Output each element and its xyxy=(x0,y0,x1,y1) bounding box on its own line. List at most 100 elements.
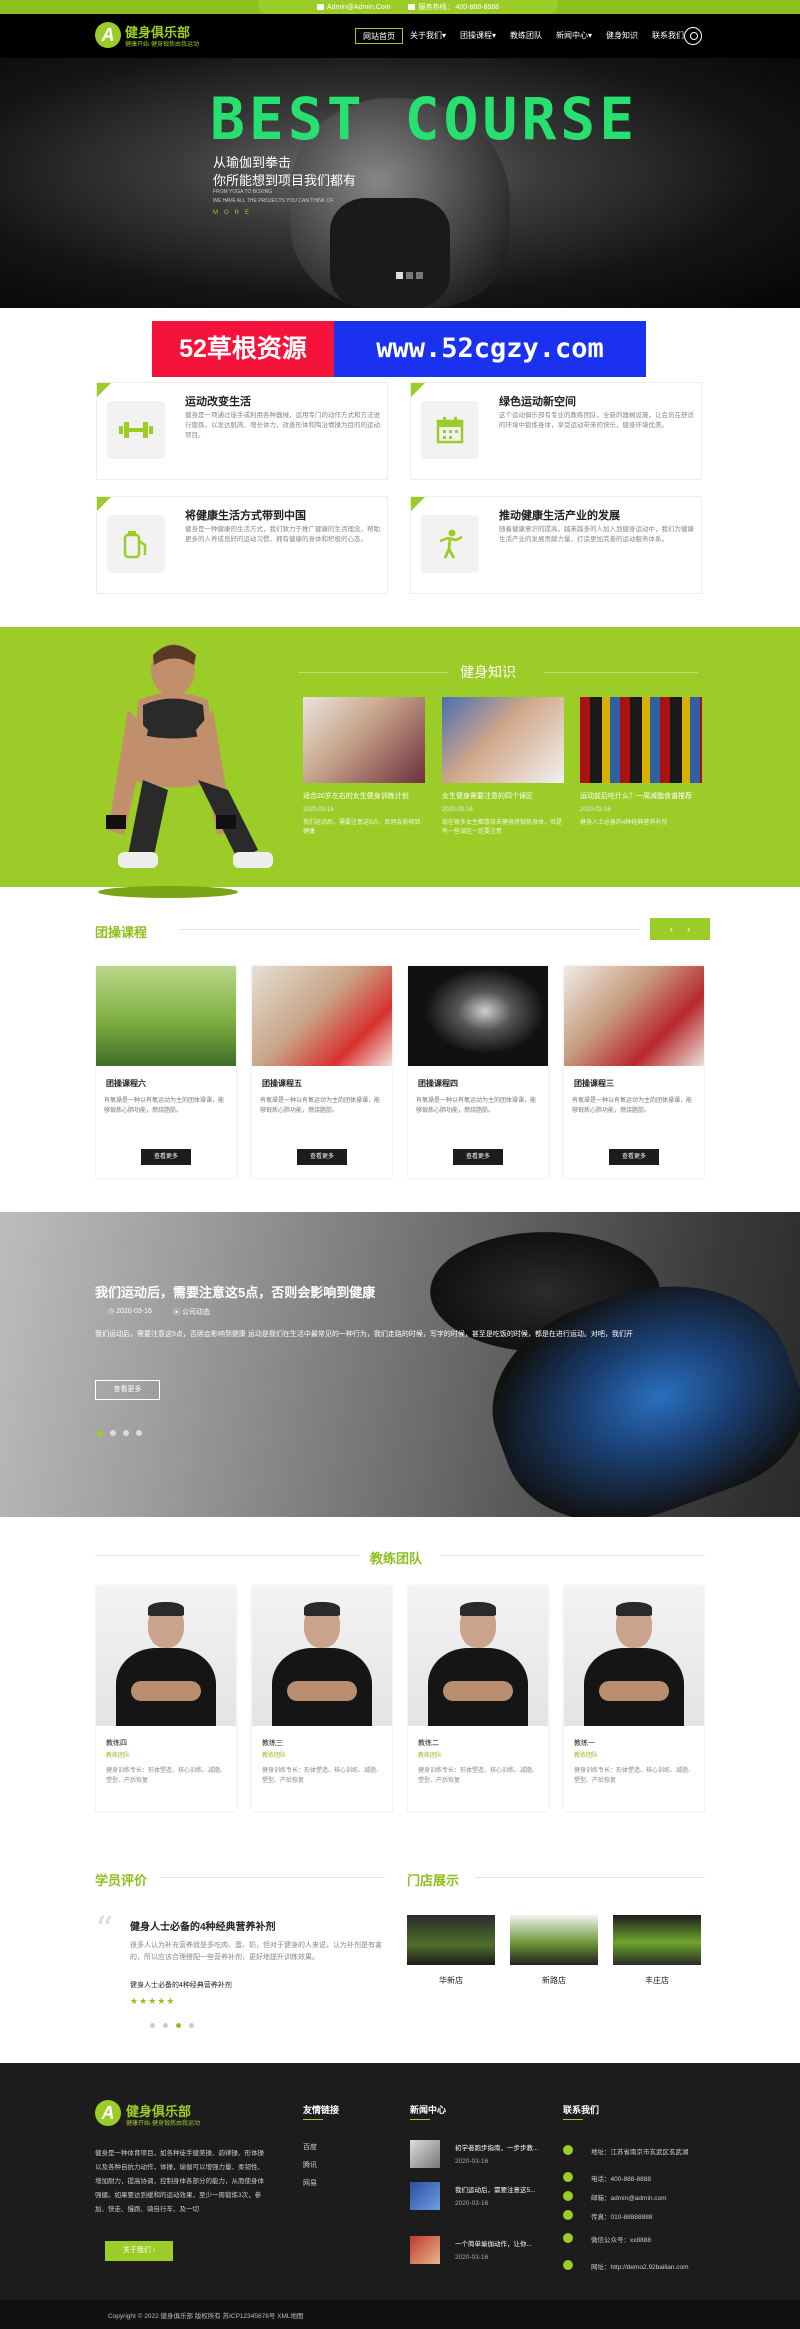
article-more-button[interactable]: 查看更多 xyxy=(95,1380,160,1400)
footer-news-item[interactable]: 我们运动后，需要注意这5... 2020-03-16 xyxy=(410,2182,550,2214)
course-image xyxy=(408,966,548,1066)
chevron-down-icon: ▾ xyxy=(588,31,593,40)
slider-dot[interactable] xyxy=(396,272,403,279)
search-icon[interactable] xyxy=(684,27,702,45)
divider xyxy=(160,1877,385,1878)
hero-subtitle-1: 从瑜伽到拳击 xyxy=(213,155,292,170)
slider-dot[interactable] xyxy=(97,1430,103,1436)
store-image xyxy=(613,1915,701,1965)
nav-home[interactable]: 网站首页 xyxy=(355,28,403,44)
heading-underline xyxy=(410,2119,430,2120)
news-title: 初学者跑步指南，一步步教... xyxy=(455,2145,539,2152)
location-icon xyxy=(563,2145,573,2155)
hero-en-line-1: FROM YOGA TO BOXING xyxy=(213,189,273,195)
knowledge-card[interactable]: 适合20岁左右的女生健身训练计划 2020-03-16 我们运动后，需要注意这5… xyxy=(303,697,425,837)
arrow-right-icon[interactable]: › xyxy=(687,924,690,934)
coach-card[interactable]: 教练一 教练团队 健身训练专长：形体塑造、核心训练、减脂、塑型、产后恢复 xyxy=(564,1586,704,1811)
course-arrows: ‹ › xyxy=(650,918,710,940)
slider-dot[interactable] xyxy=(176,2023,181,2028)
coach-name: 教练二 xyxy=(418,1740,439,1747)
course-card[interactable]: 团操课程五 有氧操是一种以有氧运动为主的团体操课，能够锻炼心肺功能，燃烧脂肪。 … xyxy=(252,966,392,1178)
store-image xyxy=(407,1915,495,1965)
knowledge-card-desc: 现在很多女生都喜欢去健身房锻炼身体，但是有一些误区一定要注意 xyxy=(442,820,563,835)
coaches-title: 教练团队 xyxy=(370,1551,423,1566)
knowledge-card-date: 2020-03-16 xyxy=(580,807,611,813)
divider xyxy=(298,672,448,673)
contact-address: 地址：江苏省南京市玄武区玄武湖 xyxy=(563,2145,723,2159)
footer-desc: 健身是一种体育项目，如各种徒手健美操、韵律操、形体操以及各种自抗力动作，体操，瑜… xyxy=(95,2150,264,2213)
course-image xyxy=(564,966,704,1066)
hero-slider-dots xyxy=(396,272,423,279)
feature-card[interactable]: 运动改变生活 健身是一项通过徒手或利用各种器械，运用专门的动作方式和方法进行锻炼… xyxy=(96,382,388,480)
about-us-button[interactable]: 关于我们 › xyxy=(105,2241,173,2261)
knowledge-image xyxy=(580,697,702,783)
knowledge-card[interactable]: 运动前后吃什么？一周减脂食谱推荐 2020-03-16 健身人士必备的4种经典营… xyxy=(580,697,702,828)
course-card[interactable]: 团操课程三 有氧操是一种以有氧运动为主的团体操课，能够锻炼心肺功能，燃烧脂肪。 … xyxy=(564,966,704,1178)
store-card[interactable]: 丰庄店 xyxy=(613,1915,701,1986)
fuel-icon xyxy=(107,515,165,573)
mail-icon xyxy=(563,2191,573,2201)
feature-card[interactable]: 推动健康生活产业的发展 随着健康意识的提高，越来越多的人加入到健身运动中，我们为… xyxy=(410,496,702,594)
site-logo[interactable]: A 健身俱乐部 健康开始·健身锻炼由我运动 xyxy=(95,20,235,54)
course-card[interactable]: 团操课程六 有氧操是一种以有氧运动为主的团体操课，能够锻炼心肺功能，燃烧脂肪。 … xyxy=(96,966,236,1178)
divider xyxy=(180,929,640,930)
nav-news[interactable]: 新闻中心▾ xyxy=(549,28,599,44)
friend-link[interactable]: 腾讯 xyxy=(303,2160,317,2170)
slider-dot[interactable] xyxy=(163,2023,168,2028)
course-desc: 有氧操是一种以有氧运动为主的团体操课，能够锻炼心肺功能，燃烧脂肪。 xyxy=(260,1098,381,1114)
corner-accent xyxy=(97,383,111,397)
store-card[interactable]: 新路店 xyxy=(510,1915,598,1986)
slider-dot[interactable] xyxy=(150,2023,155,2028)
course-more-button[interactable]: 查看更多 xyxy=(141,1149,191,1165)
course-more-button[interactable]: 查看更多 xyxy=(453,1149,503,1165)
feature-card[interactable]: 绿色运动新空间 这个运动俱乐部有专业的教练团队，全新的器械设施，让会员在舒适的环… xyxy=(410,382,702,480)
feature-title: 绿色运动新空间 xyxy=(499,396,576,408)
course-more-button[interactable]: 查看更多 xyxy=(297,1149,347,1165)
nav-courses[interactable]: 团操课程▾ xyxy=(453,28,503,44)
course-more-button[interactable]: 查看更多 xyxy=(609,1149,659,1165)
knowledge-card[interactable]: 女生健身需要注意的四个误区 2020-03-16 现在很多女生都喜欢去健身房锻炼… xyxy=(442,697,564,837)
course-card[interactable]: 团操课程四 有氧操是一种以有氧运动为主的团体操课，能够锻炼心肺功能，燃烧脂肪。 … xyxy=(408,966,548,1178)
slider-dot[interactable] xyxy=(123,1430,129,1436)
store-card[interactable]: 华新店 xyxy=(407,1915,495,1986)
review-text: 很多人认为补充营养就是多吃肉、蛋、奶，但对于健身的人来说，认为补剂是有害的，所以… xyxy=(130,1942,382,1961)
coach-card[interactable]: 教练四 教练团队 健身训练专长：形体塑造、核心训练、减脂、塑型、产后恢复 xyxy=(96,1586,236,1811)
friend-link[interactable]: 百度 xyxy=(303,2142,317,2152)
nav-about[interactable]: 关于我们▾ xyxy=(403,28,453,44)
article-desc: 我们运动后，需要注意这5点，否则会影响到健康 运动是我们在生活中最常见的一种行为… xyxy=(95,1331,633,1338)
feature-card[interactable]: 将健康生活方式带到中国 健身是一种健康的生活方式，我们致力于推广健康的生活理念，… xyxy=(96,496,388,594)
slider-dot[interactable] xyxy=(406,272,413,279)
feature-desc: 健身是一项通过徒手或利用各种器械，运用专门的动作方式和方法进行锻炼，以发达肌肉、… xyxy=(185,412,380,439)
slider-dot[interactable] xyxy=(416,272,423,279)
friend-link[interactable]: 网易 xyxy=(303,2178,317,2188)
logo-icon: A xyxy=(95,22,121,48)
slider-dot[interactable] xyxy=(136,1430,142,1436)
footer-news-item[interactable]: 一个简单瑜伽动作，让你... 2020-03-16 xyxy=(410,2236,550,2268)
contact-wechat: 微信公众号：xx8888 xyxy=(563,2233,723,2247)
folder-icon: ▣ xyxy=(173,1309,182,1316)
wechat-icon xyxy=(563,2233,573,2243)
course-title: 团操课程四 xyxy=(418,1079,458,1088)
coach-card[interactable]: 教练三 教练团队 健身训练专长：形体塑造、核心训练、减脂、塑型、产后恢复 xyxy=(252,1586,392,1811)
course-desc: 有氧操是一种以有氧运动为主的团体操课，能够锻炼心肺功能，燃烧脂肪。 xyxy=(416,1098,537,1114)
hero-en-line-2: WE HAVE ALL THE PROJECTS YOU CAN THINK O… xyxy=(213,198,334,204)
slider-dot[interactable] xyxy=(110,1430,116,1436)
footer-news-item[interactable]: 初学者跑步指南，一步步教... 2020-03-16 xyxy=(410,2140,550,2172)
athlete-image xyxy=(98,644,273,898)
divider xyxy=(440,1555,705,1556)
divider xyxy=(543,672,698,673)
store-name: 华新店 xyxy=(439,1976,463,1985)
arrow-right-icon: › xyxy=(152,2247,156,2254)
hero-more-link[interactable]: MORE xyxy=(213,210,255,216)
arrow-left-icon[interactable]: ‹ xyxy=(670,924,673,934)
watermark-banner: 52草根资源 www.52cgzy.com xyxy=(152,321,646,377)
nav-coaches[interactable]: 教练团队 xyxy=(503,28,549,44)
coach-card[interactable]: 教练二 教练团队 健身训练专长：形体塑造、核心训练、减脂、塑型、产后恢复 xyxy=(408,1586,548,1811)
nav-knowledge[interactable]: 健身知识 xyxy=(599,28,645,44)
copyright-text: Copyright © 2022 健身俱乐部 版权所有 苏ICP12345678… xyxy=(108,2313,304,2320)
top-email[interactable]: Admin@Admin.Com xyxy=(316,4,390,11)
coach-role: 教练团队 xyxy=(262,1753,287,1759)
article-title[interactable]: 我们运动后，需要注意这5点，否则会影响到健康 xyxy=(95,1282,375,1301)
slider-dot[interactable] xyxy=(189,2023,194,2028)
review-headline[interactable]: 健身人士必备的4种经典营养补剂 xyxy=(130,1918,276,1933)
